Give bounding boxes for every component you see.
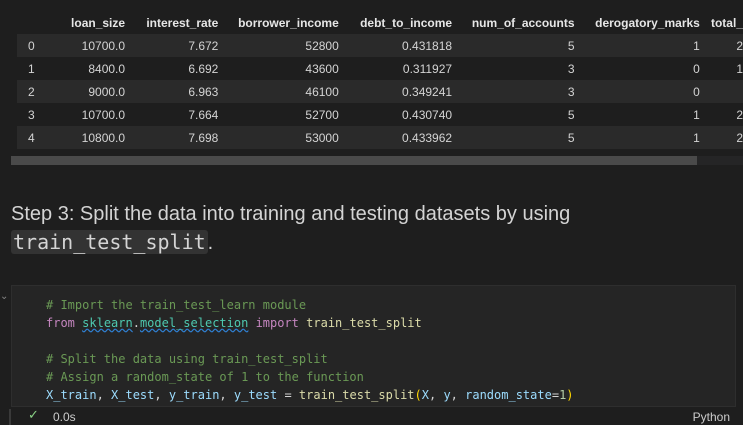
code-editor[interactable]: # Import the train_test_learn module fro… bbox=[46, 296, 574, 404]
execution-time: 0.0s bbox=[53, 410, 76, 424]
table-cell: 2 bbox=[736, 38, 743, 53]
table-cell: 7.672 bbox=[188, 38, 219, 53]
column-header-total: total_ bbox=[710, 15, 743, 30]
table-cell: 53000 bbox=[305, 130, 339, 145]
module-model-selection: model_selection bbox=[139, 316, 249, 330]
table-cell: 10700.0 bbox=[81, 38, 126, 53]
markdown-heading: Step 3: Split the data into training and… bbox=[11, 200, 731, 257]
table-cell: 1 bbox=[693, 130, 700, 145]
table-cell: 1 bbox=[693, 38, 700, 53]
markdown-text: Step 3: Split the data into training and… bbox=[11, 203, 571, 225]
code-separator: , bbox=[154, 388, 169, 402]
inline-code: train_test_split bbox=[11, 230, 208, 254]
dataframe-output: loan_size interest_rate borrower_income … bbox=[0, 0, 743, 168]
table-cell: 46100 bbox=[305, 84, 339, 99]
table-cell: 43600 bbox=[305, 61, 339, 76]
code-separator: , bbox=[96, 388, 112, 402]
var-y-test: y_test bbox=[233, 388, 278, 402]
code-separator: , bbox=[428, 388, 444, 402]
table-header-row: loan_size interest_rate borrower_income … bbox=[17, 11, 743, 34]
kwarg-assign: = bbox=[551, 388, 560, 402]
table-row: 4 10800.0 7.698 53000 0.433962 5 1 2 bbox=[17, 126, 743, 149]
column-header-index bbox=[17, 11, 51, 34]
module-dot: . bbox=[132, 316, 140, 330]
table-cell: 0.349241 bbox=[402, 84, 453, 99]
table-cell: 1 bbox=[693, 107, 700, 122]
column-header-derogatory-marks: derogatory_marks bbox=[595, 15, 700, 30]
table-row: 3 10700.0 7.664 52700 0.430740 5 1 2 bbox=[17, 103, 743, 126]
table-cell: 1 bbox=[736, 61, 743, 76]
table-cell: 7.698 bbox=[188, 130, 219, 145]
table-cell: 6.963 bbox=[188, 84, 219, 99]
code-comment: # Assign a random_state of 1 to the func… bbox=[46, 370, 364, 384]
table-cell: 3 bbox=[567, 84, 575, 99]
table-row: 1 8400.0 6.692 43600 0.311927 3 0 1 bbox=[17, 57, 743, 80]
collapse-chevron-icon[interactable]: ⌄ bbox=[0, 291, 8, 302]
column-header-loan-size: loan_size bbox=[71, 15, 126, 30]
var-y-train: y_train bbox=[168, 388, 220, 402]
column-header-num-of-accounts: num_of_accounts bbox=[471, 15, 575, 30]
table-cell: 5 bbox=[567, 130, 575, 145]
code-cell[interactable]: # Import the train_test_learn module fro… bbox=[11, 285, 736, 407]
table-cell: 0 bbox=[693, 61, 700, 76]
table-cell: 52800 bbox=[305, 38, 339, 53]
cell-language-label[interactable]: Python bbox=[693, 410, 730, 424]
code-separator: , bbox=[450, 388, 466, 402]
module-sklearn: sklearn bbox=[82, 316, 133, 330]
code-comment: # Split the data using train_test_split bbox=[46, 352, 328, 366]
table-cell: 8400.0 bbox=[88, 61, 126, 76]
imported-function: train_test_split bbox=[306, 316, 422, 330]
table-cell: 5 bbox=[567, 107, 575, 122]
table-cell bbox=[700, 80, 743, 103]
open-paren: ( bbox=[414, 388, 422, 402]
arg-x: X bbox=[421, 388, 429, 402]
kwarg-random-state: random_state bbox=[465, 388, 552, 402]
var-x-train: X_train bbox=[46, 388, 97, 402]
table-cell: 10800.0 bbox=[81, 130, 126, 145]
table-cell: 5 bbox=[567, 38, 575, 53]
table-cell: 9000.0 bbox=[88, 84, 126, 99]
code-assign: = bbox=[277, 388, 299, 402]
table-cell: 2 bbox=[736, 130, 743, 145]
table-cell: 3 bbox=[567, 61, 575, 76]
table-cell: 0.431818 bbox=[402, 38, 453, 53]
column-header-interest-rate: interest_rate bbox=[146, 15, 219, 30]
table-cell: 10700.0 bbox=[81, 107, 126, 122]
arg-y: y bbox=[443, 388, 451, 402]
row-index: 4 bbox=[28, 130, 35, 145]
table-cell: 7.664 bbox=[188, 107, 219, 122]
column-header-borrower-income: borrower_income bbox=[238, 15, 339, 30]
table-cell: 2 bbox=[736, 107, 743, 122]
close-paren: ) bbox=[566, 388, 574, 402]
table-cell: 0.430740 bbox=[402, 107, 453, 122]
cell-status-bar: ✓ 0.0s Python bbox=[0, 407, 743, 425]
column-header-debt-to-income: debt_to_income bbox=[360, 15, 453, 30]
var-x-test: X_test bbox=[111, 388, 155, 402]
function-call: train_test_split bbox=[298, 388, 415, 402]
check-icon: ✓ bbox=[28, 408, 39, 423]
table-cell: 52700 bbox=[305, 107, 339, 122]
horizontal-scrollbar[interactable] bbox=[11, 156, 743, 165]
cell-execution-bar bbox=[9, 409, 11, 425]
dataframe-table: loan_size interest_rate borrower_income … bbox=[17, 11, 743, 149]
table-row: 2 9000.0 6.963 46100 0.349241 3 0 bbox=[17, 80, 743, 103]
table-row: 0 10700.0 7.672 52800 0.431818 5 1 2 bbox=[17, 34, 743, 57]
keyword-from: from bbox=[46, 316, 75, 330]
horizontal-scrollbar-thumb[interactable] bbox=[11, 156, 697, 165]
code-comment: # Import the train_test_learn module bbox=[46, 298, 307, 312]
table-cell: 0.433962 bbox=[402, 130, 453, 145]
markdown-punctuation: . bbox=[207, 232, 214, 254]
row-index: 1 bbox=[28, 61, 35, 76]
table-cell: 6.692 bbox=[188, 61, 219, 76]
code-separator: , bbox=[219, 388, 234, 402]
row-index: 3 bbox=[28, 107, 35, 122]
table-cell: 0.311927 bbox=[402, 61, 453, 76]
row-index: 2 bbox=[28, 84, 35, 99]
row-index: 0 bbox=[28, 38, 35, 53]
keyword-import: import bbox=[255, 316, 299, 330]
table-cell: 0 bbox=[693, 84, 700, 99]
